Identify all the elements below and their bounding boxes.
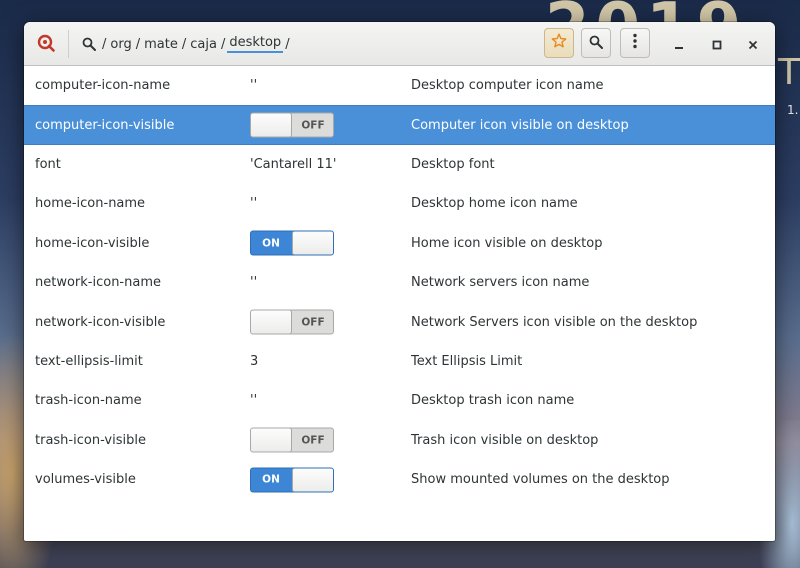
menu-button[interactable] [620,28,650,58]
key-description: Computer icon visible on desktop [411,117,629,133]
search-icon[interactable] [82,37,96,51]
switch-knob[interactable] [251,428,292,452]
key-name: network-icon-visible [35,314,166,330]
switch-state-label: ON [262,473,280,486]
switch-knob[interactable] [292,231,333,255]
key-row-network-icon-visible[interactable]: network-icon-visible OFF Network Servers i… [24,302,775,341]
close-icon [748,35,758,54]
key-name: trash-icon-name [35,393,142,409]
vertical-dots-icon [633,33,637,53]
key-name: volumes-visible [35,472,136,488]
wallpaper-letter: T [778,52,800,93]
key-name: font [35,156,61,172]
key-row-network-icon-name[interactable]: network-icon-name '' Network servers icon … [24,263,775,302]
key-name: computer-icon-name [35,78,171,94]
toggle-switch-network-icon-visible[interactable]: OFF [250,309,334,335]
headerbar: / org / mate / caja / desktop / [24,22,775,66]
key-row-home-icon-visible[interactable]: home-icon-visible ON Home icon visible on … [24,224,775,263]
search-button[interactable] [581,28,611,58]
switch-knob[interactable] [251,113,292,137]
key-value: '' [250,78,258,94]
switch-state-label: OFF [301,316,325,329]
key-row-computer-icon-name[interactable]: computer-icon-name '' Desktop computer ico… [24,66,775,105]
switch-state-label: OFF [301,434,325,447]
wallpaper-small-text: 1. [787,103,799,117]
key-description: Desktop trash icon name [411,393,575,409]
key-description: Trash icon visible on desktop [411,432,599,448]
key-description: Desktop home icon name [411,196,578,212]
dconf-editor-window: / org / mate / caja / desktop / computer… [24,22,775,541]
key-value: 3 [250,353,259,369]
path-separator: / [220,36,226,52]
path-separator: / [181,36,187,52]
key-name: network-icon-name [35,275,161,291]
path-segment-mate[interactable]: mate [142,37,180,52]
toggle-switch-home-icon-visible[interactable]: ON [250,230,334,256]
path-segment-caja[interactable]: caja [188,37,219,52]
path-separator: / [135,36,141,52]
path-separator: / [285,36,290,52]
switch-knob[interactable] [251,310,292,334]
key-value: '' [250,393,258,409]
key-name: home-icon-name [35,196,146,212]
path-segment-desktop[interactable]: desktop [227,35,284,53]
key-description: Home icon visible on desktop [411,235,603,251]
path-segment-org[interactable]: org [108,37,133,52]
key-value: '' [250,275,258,291]
key-name: computer-icon-visible [35,117,175,133]
maximize-button[interactable] [707,34,727,54]
bookmark-button[interactable] [544,28,574,58]
keys-list: computer-icon-name '' Desktop computer ico… [24,66,775,499]
key-row-trash-icon-name[interactable]: trash-icon-name '' Desktop trash icon name [24,381,775,420]
key-description: Desktop font [411,156,495,172]
path-separator: / [102,36,107,52]
magnifier-icon [589,34,603,53]
key-description: Text Ellipsis Limit [411,353,523,369]
key-row-font[interactable]: font 'Cantarell 11' Desktop font [24,145,775,184]
header-separator [68,30,69,58]
toggle-switch-computer-icon-visible[interactable]: OFF [250,112,334,138]
maximize-icon [712,35,722,54]
close-button[interactable] [743,34,763,54]
key-description: Show mounted volumes on the desktop [411,472,670,488]
key-name: trash-icon-visible [35,432,146,448]
toggle-switch-trash-icon-visible[interactable]: OFF [250,427,334,453]
key-name: home-icon-visible [35,235,150,251]
key-row-home-icon-name[interactable]: home-icon-name '' Desktop home icon name [24,184,775,223]
key-row-trash-icon-visible[interactable]: trash-icon-visible OFF Trash icon visible … [24,421,775,460]
star-icon [551,33,567,53]
path-bar: / org / mate / caja / desktop / [82,33,292,55]
key-value: 'Cantarell 11' [250,156,337,172]
dconf-editor-icon[interactable] [34,31,58,55]
key-row-volumes-visible[interactable]: volumes-visible ON Show mounted volumes on… [24,460,775,499]
minimize-button[interactable] [669,34,689,54]
key-row-computer-icon-visible[interactable]: computer-icon-visible OFF Computer icon vi… [24,105,775,145]
key-name: text-ellipsis-limit [35,353,143,369]
key-description: Network Servers icon visible on the desk… [411,314,698,330]
minimize-icon [674,35,684,54]
key-value: '' [250,196,258,212]
switch-state-label: ON [262,237,280,250]
switch-state-label: OFF [301,119,325,132]
key-row-text-ellipsis-limit[interactable]: text-ellipsis-limit 3 Text Ellipsis Limit [24,342,775,381]
key-description: Network servers icon name [411,275,590,291]
key-description: Desktop computer icon name [411,78,604,94]
toggle-switch-volumes-visible[interactable]: ON [250,467,334,493]
switch-knob[interactable] [292,468,333,492]
